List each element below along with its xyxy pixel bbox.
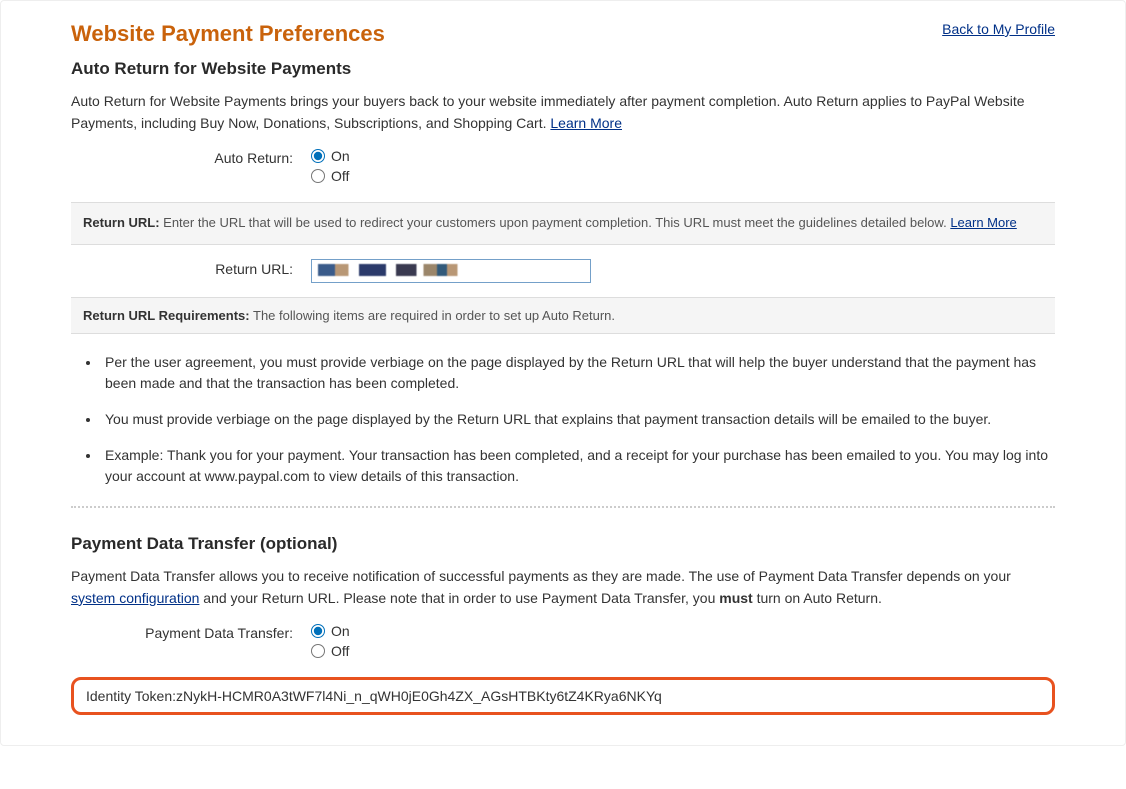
auto-return-on-label: On — [331, 148, 350, 164]
return-url-learn-more-link[interactable]: Learn More — [950, 215, 1016, 230]
pdt-off-radio[interactable] — [311, 644, 325, 658]
requirement-item: Per the user agreement, you must provide… — [101, 352, 1055, 395]
auto-return-description: Auto Return for Website Payments brings … — [71, 91, 1055, 134]
page-container: Website Payment Preferences Back to My P… — [0, 0, 1126, 746]
back-to-profile-link[interactable]: Back to My Profile — [942, 21, 1055, 37]
pdt-must-word: must — [719, 590, 752, 606]
return-url-info-bar: Return URL: Enter the URL that will be u… — [71, 202, 1055, 244]
auto-return-learn-more-link[interactable]: Learn More — [550, 115, 622, 131]
return-url-field-row: Return URL: — [71, 259, 1055, 283]
auto-return-off-option[interactable]: Off — [311, 168, 1055, 184]
return-url-field-col — [311, 259, 1055, 283]
pdt-description-pre: Payment Data Transfer allows you to rece… — [71, 568, 1011, 584]
page-content: Website Payment Preferences Back to My P… — [1, 1, 1125, 745]
pdt-off-option[interactable]: Off — [311, 643, 1055, 659]
auto-return-description-text: Auto Return for Website Payments brings … — [71, 93, 1025, 131]
return-url-requirements-label: Return URL Requirements: — [83, 308, 250, 323]
pdt-off-label: Off — [331, 643, 349, 659]
auto-return-radio-row: Auto Return: On Off — [71, 148, 1055, 188]
pdt-radio-row: Payment Data Transfer: On Off — [71, 623, 1055, 663]
return-url-field-label: Return URL: — [71, 259, 311, 277]
requirement-item: Example: Thank you for your payment. You… — [101, 445, 1055, 488]
return-url-requirements-text: The following items are required in orde… — [250, 308, 615, 323]
identity-token-value: zNykH-HCMR0A3tWF7l4Ni_n_qWH0jE0Gh4ZX_AGs… — [176, 688, 662, 704]
pdt-description-post: turn on Auto Return. — [753, 590, 882, 606]
pdt-on-option[interactable]: On — [311, 623, 1055, 639]
auto-return-options: On Off — [311, 148, 1055, 188]
auto-return-off-radio[interactable] — [311, 169, 325, 183]
requirement-item: You must provide verbiage on the page di… — [101, 409, 1055, 431]
auto-return-section-title: Auto Return for Website Payments — [71, 59, 1055, 79]
system-configuration-link[interactable]: system configuration — [71, 590, 199, 606]
identity-token-label: Identity Token: — [86, 688, 176, 704]
return-url-info-text: Enter the URL that will be used to redir… — [160, 215, 951, 230]
return-url-requirements-list: Per the user agreement, you must provide… — [71, 352, 1055, 488]
auto-return-off-label: Off — [331, 168, 349, 184]
pdt-on-label: On — [331, 623, 350, 639]
auto-return-label: Auto Return: — [71, 148, 311, 166]
pdt-options: On Off — [311, 623, 1055, 663]
pdt-description: Payment Data Transfer allows you to rece… — [71, 566, 1055, 609]
pdt-description-mid: and your Return URL. Please note that in… — [199, 590, 719, 606]
identity-token-box: Identity Token:zNykH-HCMR0A3tWF7l4Ni_n_q… — [71, 677, 1055, 715]
return-url-input[interactable] — [311, 259, 591, 283]
page-title: Website Payment Preferences — [71, 21, 385, 47]
return-url-value-obscured — [318, 264, 488, 276]
pdt-on-radio[interactable] — [311, 624, 325, 638]
pdt-section-title: Payment Data Transfer (optional) — [71, 534, 1055, 554]
auto-return-on-radio[interactable] — [311, 149, 325, 163]
page-header-row: Website Payment Preferences Back to My P… — [71, 21, 1055, 47]
return-url-info-label: Return URL: — [83, 215, 160, 230]
pdt-label: Payment Data Transfer: — [71, 623, 311, 641]
auto-return-on-option[interactable]: On — [311, 148, 1055, 164]
return-url-requirements-bar: Return URL Requirements: The following i… — [71, 297, 1055, 334]
section-divider — [71, 506, 1055, 508]
